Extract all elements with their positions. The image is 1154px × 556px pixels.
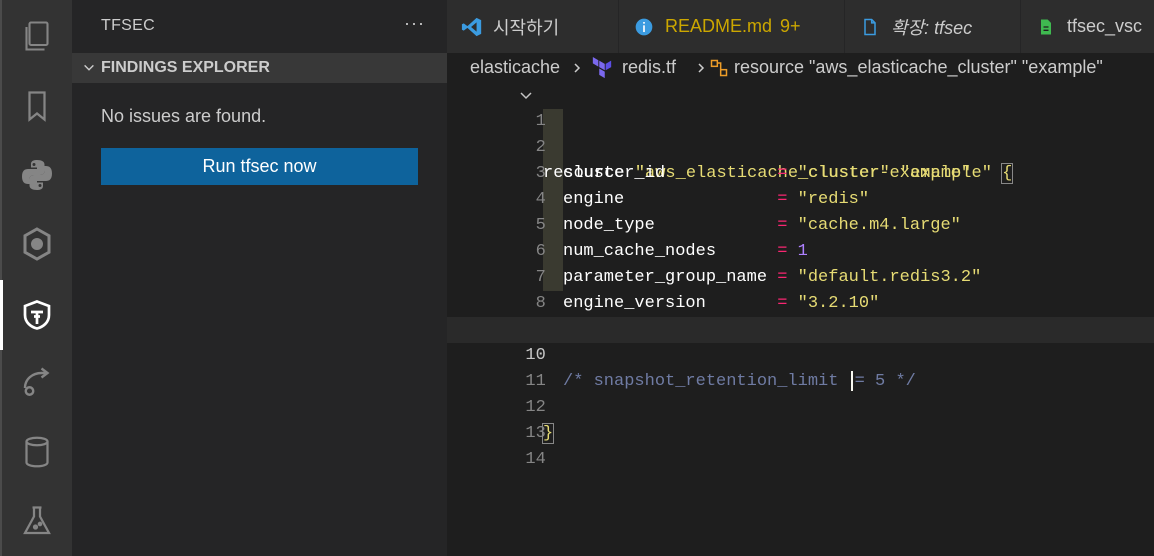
problem-count-badge: 9+ bbox=[780, 16, 801, 36]
tab-label: 확장: tfsec bbox=[891, 17, 973, 38]
info-icon bbox=[633, 16, 655, 38]
tab-tfsec-vsc[interactable]: tfsec_vsc bbox=[1021, 0, 1154, 53]
code-line: 11 bbox=[447, 343, 1154, 391]
code-line: 4 node_type = "cache.m4.large" bbox=[447, 161, 1154, 235]
tab-label: 시작하기 bbox=[493, 17, 560, 38]
tab-getting-started[interactable]: 시작하기 bbox=[447, 0, 619, 53]
vscode-icon bbox=[461, 16, 483, 38]
sidebar-title: TFSEC bbox=[101, 17, 155, 34]
run-tfsec-button[interactable]: Run tfsec now bbox=[101, 148, 418, 185]
tab-extension-tfsec[interactable]: 확장: tfsec bbox=[845, 0, 1021, 53]
database-icon[interactable] bbox=[13, 428, 61, 476]
symbol-structure-icon bbox=[710, 59, 728, 77]
code-line-active: 10 /* snapshot_retention_limit = 5 */ bbox=[447, 317, 1154, 391]
activity-bar-edge bbox=[0, 0, 2, 556]
code-line: 12 } bbox=[447, 369, 1154, 444]
code-line: 2 cluster_id = "cluster-example" bbox=[447, 109, 1154, 183]
breadcrumb: elasticache redis.tf resource "aws_elast… bbox=[447, 53, 1154, 83]
empty-message: No issues are found. bbox=[101, 106, 267, 126]
terraform-icon bbox=[592, 57, 612, 79]
breadcrumb-symbol[interactable]: resource "aws_elasticache_cluster" "exam… bbox=[734, 57, 1103, 78]
breadcrumb-folder[interactable]: elasticache bbox=[470, 57, 560, 78]
code-line: 6 parameter_group_name = "default.redis3… bbox=[447, 213, 1154, 287]
chevron-right-icon bbox=[574, 63, 581, 73]
file-green-icon bbox=[1035, 16, 1057, 38]
code-line: 1 resource "aws_elasticache_cluster" "ex… bbox=[447, 83, 1154, 184]
code-line: 13 bbox=[447, 395, 1154, 443]
sidebar: TFSEC ··· FINDINGS EXPLORER No issues ar… bbox=[72, 0, 447, 556]
fold-chevron-icon[interactable] bbox=[519, 89, 533, 103]
kubernetes-icon[interactable] bbox=[13, 220, 61, 268]
tab-label: tfsec_vsc bbox=[1067, 16, 1143, 36]
more-actions-icon[interactable]: ··· bbox=[404, 13, 425, 34]
line-number: 14 bbox=[525, 450, 546, 469]
findings-explorer-header[interactable]: FINDINGS EXPLORER bbox=[72, 53, 447, 83]
editor-tabs: 시작하기 README.md 9+ 확장: tfsec tfsec_vsc bbox=[447, 0, 1154, 53]
testing-flask-icon[interactable] bbox=[13, 497, 61, 545]
python-icon[interactable] bbox=[13, 151, 61, 199]
chevron-down-icon bbox=[84, 64, 94, 71]
breadcrumb-file[interactable]: redis.tf bbox=[622, 57, 676, 78]
tab-label: README.md bbox=[665, 16, 773, 36]
tab-readme[interactable]: README.md 9+ bbox=[619, 0, 845, 53]
file-icon bbox=[859, 16, 881, 38]
code-line: 14 bbox=[447, 421, 1154, 469]
explorer-icon[interactable] bbox=[13, 12, 61, 60]
bookmark-icon[interactable] bbox=[13, 82, 61, 130]
remote-explorer-icon[interactable] bbox=[13, 358, 61, 406]
activity-bar bbox=[0, 0, 72, 556]
code-line: 5 num_cache_nodes = 1 bbox=[447, 187, 1154, 261]
code-line: 3 engine = "redis" bbox=[447, 135, 1154, 209]
code-line: 9 bbox=[447, 291, 1154, 339]
chevron-right-icon bbox=[698, 63, 705, 73]
code-line: 7 engine_version = "3.2.10" bbox=[447, 239, 1154, 313]
code-line: 8 port = 6379 bbox=[447, 265, 1154, 339]
code-editor[interactable]: 1 resource "aws_elasticache_cluster" "ex… bbox=[447, 83, 1154, 556]
active-indicator bbox=[0, 280, 3, 350]
tfsec-icon[interactable] bbox=[13, 291, 61, 339]
section-title: FINDINGS EXPLORER bbox=[101, 59, 270, 76]
